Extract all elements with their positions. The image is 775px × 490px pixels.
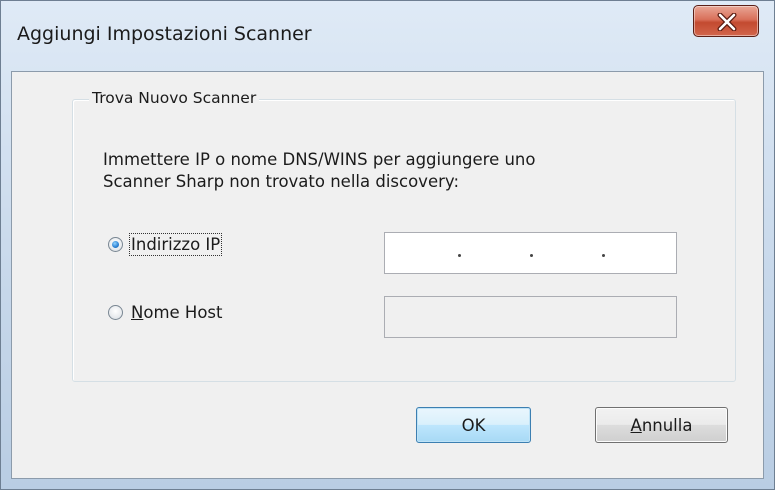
ip-address-label[interactable]: Indirizzo IP [128,232,223,256]
description-line-1: Immettere IP o nome DNS/WINS per aggiung… [103,150,536,169]
ip-octet-separator-3 [602,254,605,257]
ok-button-label: OK [461,415,486,435]
description-line-2: Scanner Sharp non trovato nella discover… [103,172,459,191]
close-icon [717,13,737,31]
title-bar[interactable]: Aggiungi Impostazioni Scanner [1,1,774,71]
host-name-input [384,296,677,338]
host-name-radio-option[interactable]: Nome Host [108,301,222,323]
host-name-label-rest: ome Host [143,302,223,322]
cancel-button-label: Annulla [630,415,693,435]
ip-address-radio-option[interactable]: Indirizzo IP [108,232,223,256]
cancel-button[interactable]: Annulla [595,407,728,443]
description-text: Immettere IP o nome DNS/WINS per aggiung… [103,149,623,193]
host-name-radio[interactable] [108,304,123,320]
ip-address-input[interactable] [384,232,677,274]
window-title: Aggiungi Impostazioni Scanner [17,23,312,45]
ip-octet-separator-2 [530,254,533,257]
dialog-window: Aggiungi Impostazioni Scanner Trova Nuov… [0,0,775,490]
ok-button[interactable]: OK [416,407,531,443]
ip-address-radio[interactable] [108,236,123,252]
host-name-label[interactable]: Nome Host [131,303,222,322]
ip-octet-separator-1 [458,254,461,257]
group-legend: Trova Nuovo Scanner [89,89,260,107]
dialog-body: Trova Nuovo Scanner Immettere IP o nome … [11,71,764,479]
close-button[interactable] [693,5,759,37]
